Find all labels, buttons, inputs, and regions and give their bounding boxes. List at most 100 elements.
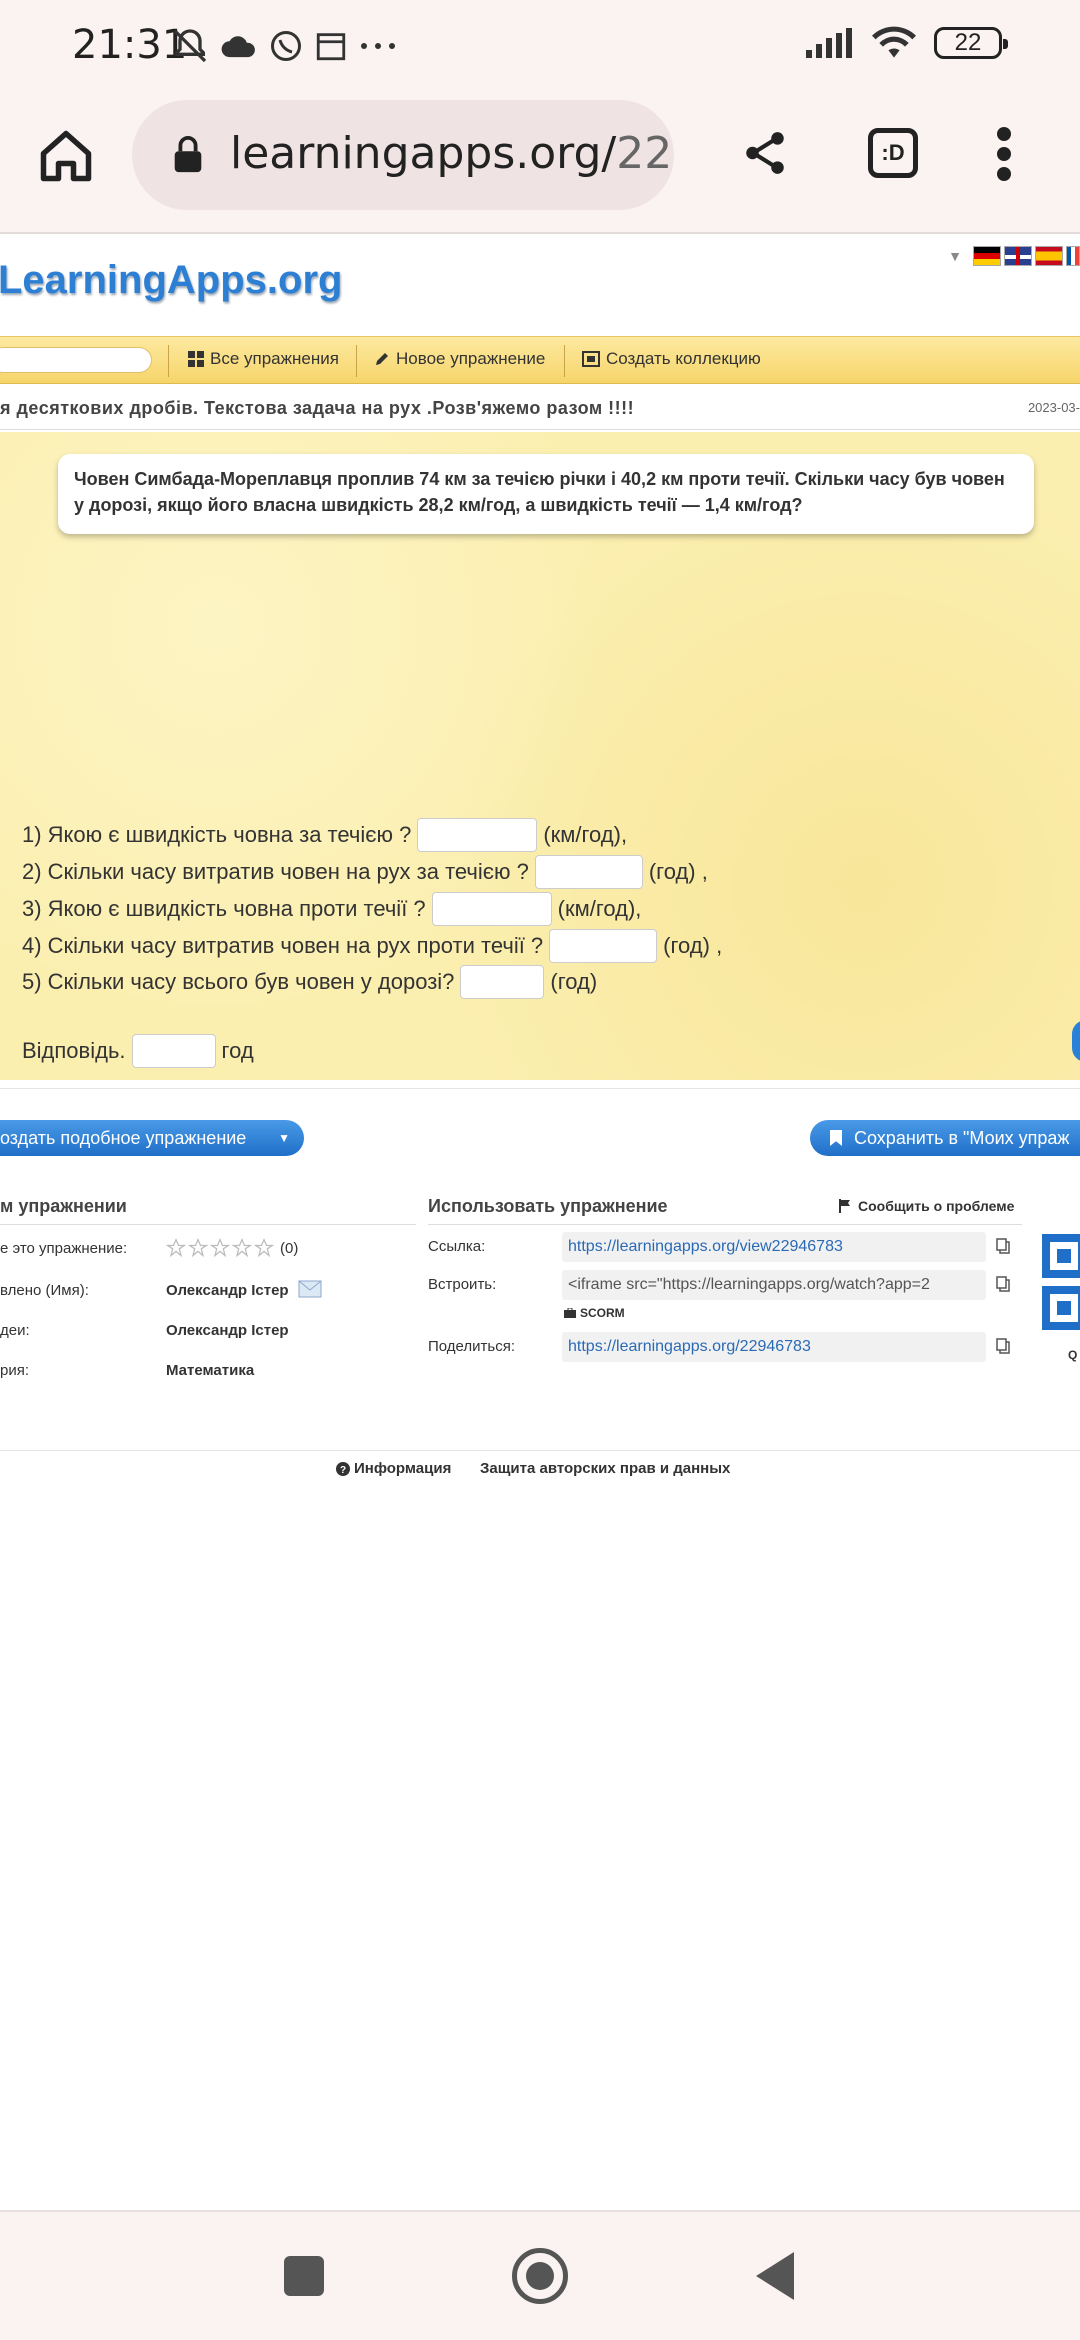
exercise-title: я десяткових дробів. Текстова задача на … xyxy=(0,398,635,418)
exercise-title-row: я десяткових дробів. Текстова задача на … xyxy=(0,386,1080,430)
overflow-menu-icon[interactable] xyxy=(996,126,1012,182)
question-circle-icon: ? xyxy=(336,1461,350,1476)
answer-input-2[interactable] xyxy=(534,855,643,889)
home-button[interactable] xyxy=(512,2248,568,2304)
nav-separator xyxy=(356,345,357,377)
copy-icon[interactable] xyxy=(996,1338,1010,1354)
flag-de-icon[interactable] xyxy=(973,246,1001,266)
final-answer-row: Відповідь. год xyxy=(22,1034,254,1068)
divider xyxy=(0,1088,1080,1089)
side-tab-button[interactable] xyxy=(1072,1020,1080,1062)
recent-apps-button[interactable] xyxy=(284,2256,324,2296)
category-label: рия: xyxy=(0,1362,30,1379)
author-name[interactable]: Олександр Істер xyxy=(166,1282,289,1299)
star-icon[interactable] xyxy=(254,1238,274,1258)
site-logo[interactable]: LearningApps.org xyxy=(0,258,342,303)
answer-unit: год xyxy=(221,1038,254,1063)
nav-create-collection-label: Создать коллекцию xyxy=(606,349,761,368)
footer-divider xyxy=(0,1450,1080,1451)
question-text: 2) Скільки часу витратив човен на рух за… xyxy=(22,859,529,884)
star-icon[interactable] xyxy=(210,1238,230,1258)
copy-icon[interactable] xyxy=(996,1238,1010,1254)
info-label: Информация xyxy=(354,1460,452,1477)
question-text: 3) Якою є швидкість човна проти течії ? xyxy=(22,896,426,921)
exercise-area: Човен Симбада-Мореплавця проплив 74 км з… xyxy=(0,432,1080,1080)
link-field[interactable]: https://learningapps.org/view22946783 xyxy=(562,1232,986,1262)
mail-icon[interactable] xyxy=(298,1280,322,1298)
status-bar: 21:31 22 xyxy=(0,0,1080,96)
qr-code-icon[interactable] xyxy=(1042,1234,1080,1278)
copyright-link[interactable]: Защита авторских прав и данных xyxy=(480,1460,730,1477)
tab-switcher-button[interactable]: :D xyxy=(868,128,918,178)
star-icon[interactable] xyxy=(232,1238,252,1258)
nav-new-exercise-label: Новое упражнение xyxy=(396,349,546,368)
save-label: Сохранить в "Моих упраж xyxy=(854,1128,1070,1148)
flag-en-icon[interactable] xyxy=(1004,246,1032,266)
info-link[interactable]: ? Информация xyxy=(336,1460,451,1477)
qr-code-icon[interactable] xyxy=(1042,1286,1080,1330)
save-to-my-apps-button[interactable]: Сохранить в "Моих упраж xyxy=(810,1120,1080,1156)
embed-label: Встроить: xyxy=(428,1276,497,1293)
language-dropdown-icon[interactable]: ▼ xyxy=(948,248,962,264)
grid-icon xyxy=(188,351,204,367)
nav-create-collection[interactable]: Создать коллекцию xyxy=(582,349,761,369)
create-similar-button[interactable]: оздать подобное упражнение ▼ xyxy=(0,1120,304,1156)
views-value: Олександр Істер xyxy=(166,1322,289,1339)
lock-icon xyxy=(174,136,202,173)
address-bar[interactable]: learningapps.org/229 xyxy=(132,100,674,210)
question-3: 3) Якою є швидкість човна проти течії ? … xyxy=(22,892,641,926)
cloud-icon xyxy=(221,36,255,58)
final-answer-input[interactable] xyxy=(131,1034,216,1068)
copy-icon[interactable] xyxy=(996,1276,1010,1292)
scorm-label: SCORM xyxy=(580,1306,625,1320)
task-text: Човен Симбада-Мореплавця проплив 74 км з… xyxy=(58,454,1034,534)
star-icon[interactable] xyxy=(188,1238,208,1258)
system-navigation-bar xyxy=(0,2210,1080,2340)
web-page: LearningApps.org ▼ Все упражнения Новое … xyxy=(0,236,1080,2210)
flag-fr-icon[interactable] xyxy=(1066,246,1080,266)
more-notifications-icon xyxy=(361,43,395,49)
answer-input-5[interactable] xyxy=(460,965,545,999)
about-title: м упражнении xyxy=(0,1196,127,1216)
exercise-date: 2023-03- xyxy=(1027,400,1080,415)
answer-input-4[interactable] xyxy=(549,929,658,963)
nav-all-exercises-label: Все упражнения xyxy=(210,349,339,368)
svg-text:?: ? xyxy=(340,1465,346,1476)
signal-icon xyxy=(806,28,852,58)
site-navbar: Все упражнения Новое упражнение Создать … xyxy=(0,336,1080,384)
wifi-icon xyxy=(872,26,916,58)
back-button[interactable] xyxy=(756,2252,794,2300)
rating-count: (0) xyxy=(280,1239,299,1257)
report-problem-link[interactable]: Сообщить о проблеме xyxy=(838,1198,1014,1214)
battery-icon: 22 xyxy=(934,27,1008,59)
question-unit: (км/год), xyxy=(543,822,628,847)
question-text: 4) Скільки часу витратив човен на рух пр… xyxy=(22,933,544,958)
embed-field[interactable]: <iframe src="https://learningapps.org/wa… xyxy=(562,1270,986,1300)
question-unit: (год) , xyxy=(663,933,723,958)
use-exercise-title: Использовать упражнение xyxy=(428,1196,668,1216)
answer-input-3[interactable] xyxy=(431,892,552,926)
dropdown-caret-icon: ▼ xyxy=(278,1131,290,1145)
nav-all-exercises[interactable]: Все упражнения xyxy=(188,349,339,369)
qr-label: Q xyxy=(1068,1348,1078,1362)
rating-stars[interactable]: (0) xyxy=(166,1238,298,1258)
star-icon[interactable] xyxy=(166,1238,186,1258)
question-text: 5) Скільки часу всього був човен у дороз… xyxy=(22,969,455,994)
flag-icon xyxy=(839,1199,850,1213)
question-unit: (год) , xyxy=(648,859,708,884)
answer-input-1[interactable] xyxy=(417,818,538,852)
scorm-link[interactable]: SCORM xyxy=(564,1306,625,1320)
flag-es-icon[interactable] xyxy=(1035,246,1063,266)
search-input[interactable] xyxy=(0,347,152,373)
language-flags: ▼ xyxy=(948,246,1080,266)
viber-icon xyxy=(271,31,301,61)
calendar-icon xyxy=(316,33,346,61)
section-underline xyxy=(428,1224,1022,1225)
briefcase-icon xyxy=(564,1308,576,1318)
share-field[interactable]: https://learningapps.org/22946783 xyxy=(562,1332,986,1362)
bell-muted-icon xyxy=(173,29,207,63)
home-icon[interactable] xyxy=(36,126,96,186)
nav-new-exercise[interactable]: Новое упражнение xyxy=(374,349,545,369)
link-label: Ссылка: xyxy=(428,1238,486,1255)
share-icon[interactable] xyxy=(740,128,790,178)
